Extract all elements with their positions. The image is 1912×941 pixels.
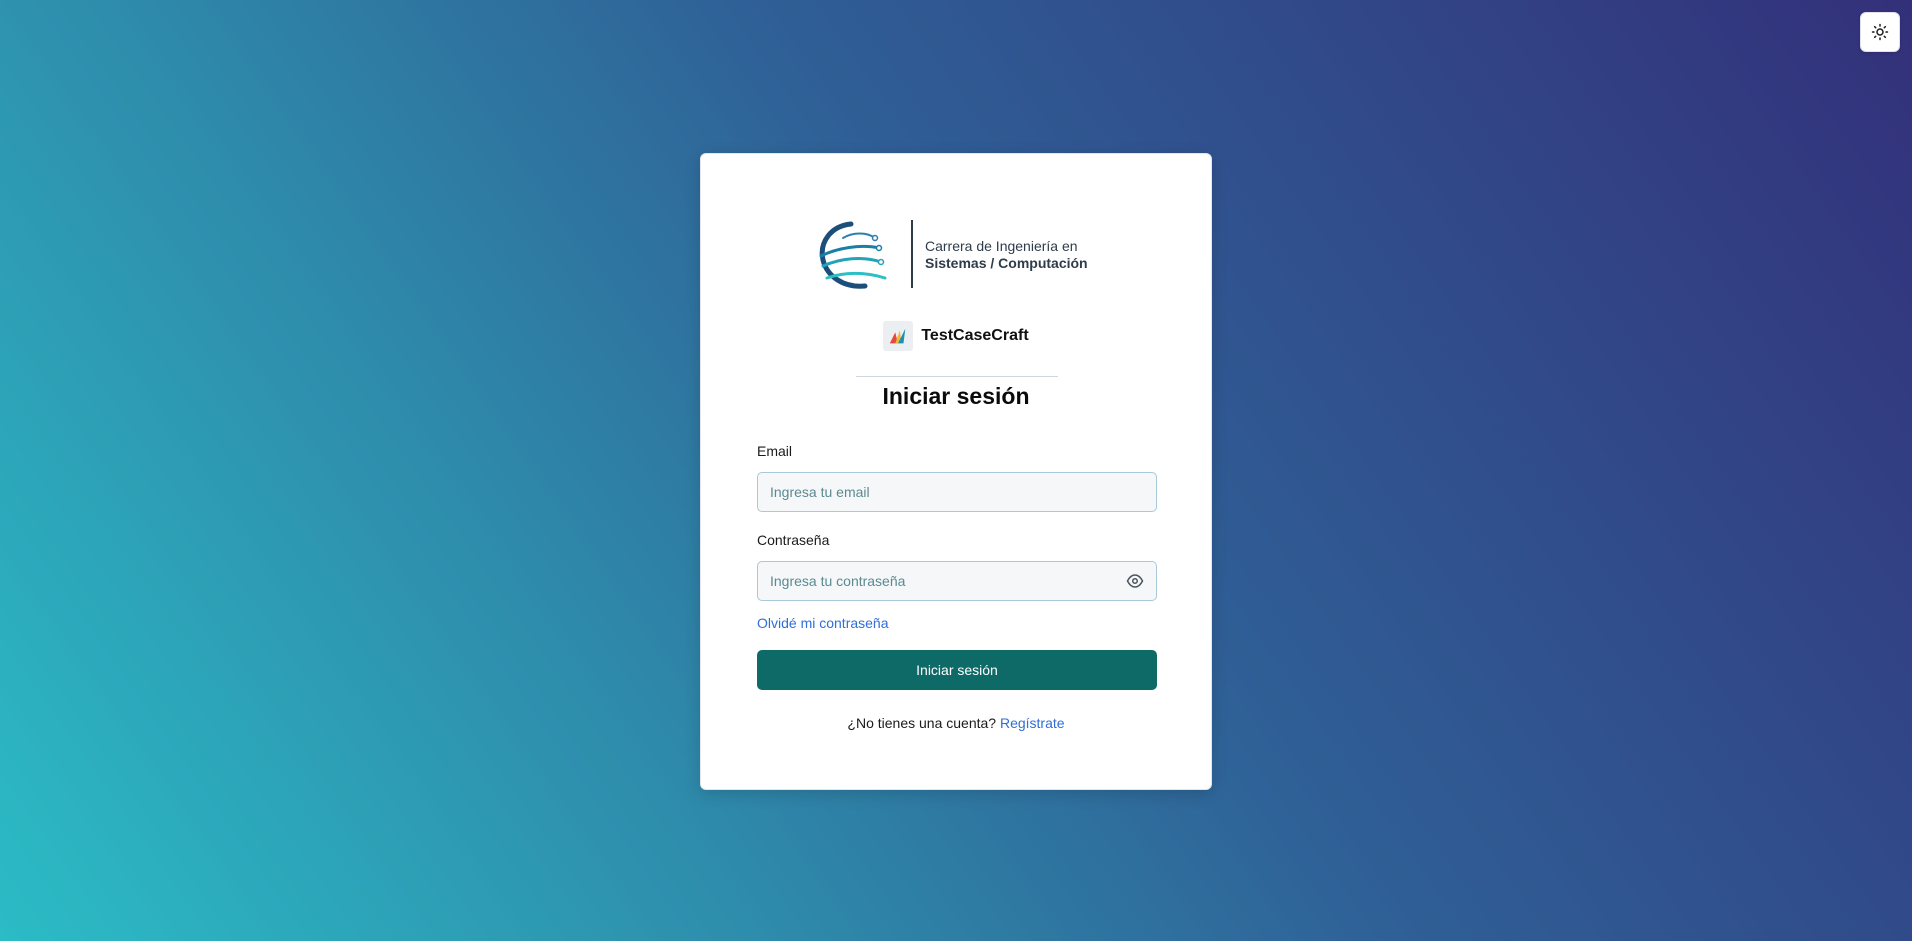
title-divider: [856, 376, 1058, 377]
app-name: TestCaseCraft: [921, 327, 1029, 344]
globe-logo-icon: [819, 221, 887, 289]
password-field-wrapper: [757, 561, 1157, 601]
sun-icon: [1871, 23, 1889, 41]
institution-logo: Carrera de Ingeniería en Sistemas / Comp…: [813, 218, 1103, 294]
logo-text: Carrera de Ingeniería en Sistemas / Comp…: [925, 238, 1088, 272]
logo-divider: [911, 220, 913, 288]
show-password-icon[interactable]: [1126, 572, 1144, 590]
logo-line-2: Sistemas / Computación: [925, 255, 1088, 271]
register-link[interactable]: Regístrate: [1000, 715, 1065, 731]
testcasecraft-logo-icon: [883, 321, 914, 351]
forgot-password-link[interactable]: Olvidé mi contraseña: [757, 615, 889, 631]
app-brand: TestCaseCraft: [701, 321, 1211, 351]
email-label: Email: [757, 443, 793, 459]
login-submit-button[interactable]: Iniciar sesión: [757, 650, 1157, 690]
login-card: Carrera de Ingeniería en Sistemas / Comp…: [700, 153, 1212, 790]
page-title: Iniciar sesión: [882, 383, 1030, 409]
register-prompt: ¿No tienes una cuenta?: [847, 715, 997, 731]
logo-line-1: Carrera de Ingeniería en: [925, 238, 1078, 254]
register-prompt-line: ¿No tienes una cuenta? Regístrate: [701, 715, 1211, 731]
password-label: Contraseña: [757, 532, 830, 548]
theme-toggle-button[interactable]: [1860, 12, 1900, 52]
password-field[interactable]: [770, 573, 1126, 589]
email-field[interactable]: [770, 484, 1144, 500]
email-field-wrapper: [757, 472, 1157, 512]
